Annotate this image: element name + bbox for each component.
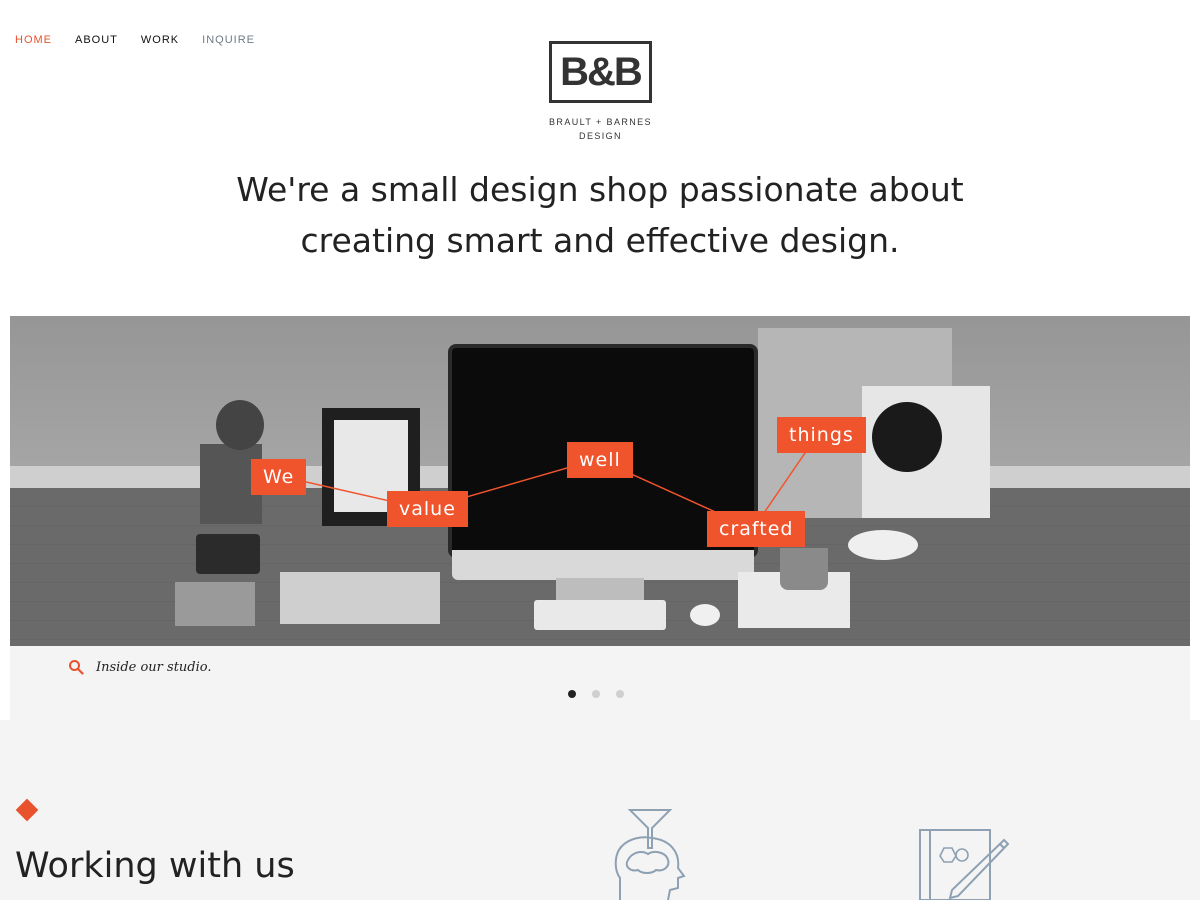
hero-tag-well: well <box>567 442 633 478</box>
hero-tag-we: We <box>251 459 307 495</box>
main-nav: HOME ABOUT WORK INQUIRE <box>15 34 278 46</box>
hero-tag-things: things <box>777 417 866 453</box>
section-title: Working with us <box>15 846 295 886</box>
site-logo[interactable]: B&B BRAULT + BARNES DESIGN <box>549 41 652 143</box>
nav-work[interactable]: WORK <box>141 34 179 46</box>
slide-dot-1[interactable] <box>568 690 576 698</box>
hero-tag-crafted: crafted <box>707 511 806 547</box>
slide-dot-3[interactable] <box>616 690 624 698</box>
slide-dot-2[interactable] <box>592 690 600 698</box>
nav-about[interactable]: ABOUT <box>75 34 118 46</box>
logo-line-2: DESIGN <box>579 131 622 141</box>
hero-tag-value: value <box>387 491 468 527</box>
hero-headline: We're a small design shop passionate abo… <box>0 164 1200 266</box>
headline-line-1: We're a small design shop passionate abo… <box>236 170 964 209</box>
logo-line-1: BRAULT + BARNES <box>549 117 652 127</box>
logo-mark: B&B <box>560 49 643 94</box>
nav-inquire[interactable]: INQUIRE <box>202 34 255 46</box>
search-icon[interactable] <box>68 659 84 675</box>
nav-home[interactable]: HOME <box>15 34 52 46</box>
notebook-pencil-icon <box>919 829 1010 900</box>
headline-line-2: creating smart and effective design. <box>300 221 900 260</box>
funnel-head-icon <box>614 809 686 900</box>
logo-subtitle: BRAULT + BARNES DESIGN <box>549 115 652 143</box>
caption-text: Inside our studio. <box>96 659 212 675</box>
hero-caption: Inside our studio. <box>68 659 212 675</box>
slide-pagination <box>568 690 624 698</box>
hero-slideshow-image[interactable]: We value well crafted things <box>10 316 1190 646</box>
tag-connector-lines <box>279 433 819 530</box>
logo-mark-box: B&B <box>549 41 652 103</box>
